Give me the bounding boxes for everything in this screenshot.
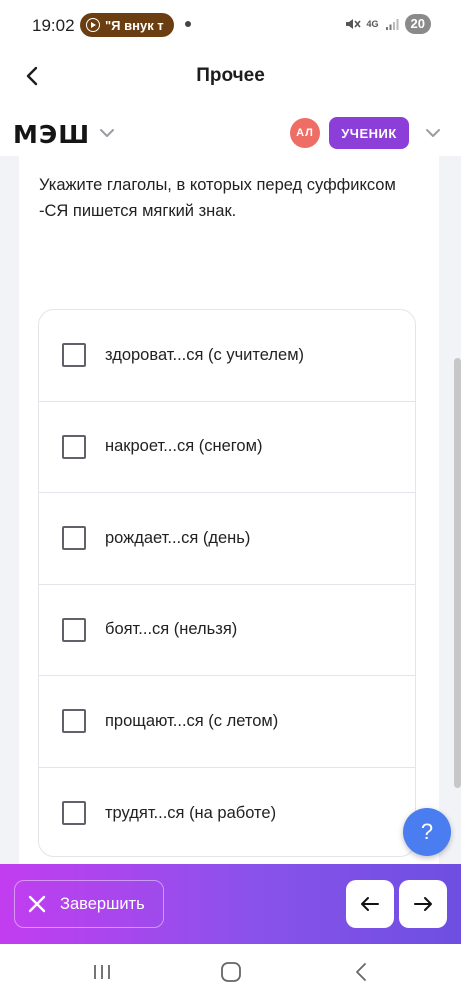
arrow-left-icon bbox=[361, 897, 379, 911]
role-badge[interactable]: УЧЕНИК bbox=[329, 117, 409, 149]
option-label: боят...ся (нельзя) bbox=[105, 620, 238, 639]
status-icons: 4G 20 bbox=[343, 14, 431, 34]
checkbox[interactable] bbox=[62, 434, 86, 459]
option-label: накроет...ся (снегом) bbox=[105, 437, 263, 456]
checkbox[interactable] bbox=[62, 709, 86, 734]
network-label: 4G bbox=[366, 18, 379, 29]
option-label: трудят...ся (на работе) bbox=[105, 803, 277, 822]
chevron-down-icon[interactable] bbox=[98, 126, 116, 140]
help-button[interactable]: ? bbox=[403, 808, 451, 856]
option-item[interactable]: боят...ся (нельзя) bbox=[39, 585, 415, 676]
mute-icon bbox=[345, 19, 361, 29]
system-back-button[interactable] bbox=[349, 960, 373, 984]
option-item[interactable]: прощают...ся (с летом) bbox=[39, 676, 415, 768]
brand-logo[interactable]: МЭШ bbox=[13, 120, 90, 149]
media-label: "Я внук т bbox=[105, 17, 164, 33]
question-text: Укажите глаголы, в которых перед суффикс… bbox=[39, 176, 396, 220]
finish-button[interactable]: Завершить bbox=[14, 880, 164, 928]
close-icon bbox=[28, 895, 46, 913]
home-icon bbox=[221, 962, 241, 982]
chevron-left-icon bbox=[356, 963, 366, 981]
checkbox[interactable] bbox=[62, 526, 86, 551]
finish-button-label: Завершить bbox=[60, 894, 145, 913]
signal-icon bbox=[385, 19, 399, 30]
checkbox[interactable] bbox=[62, 617, 86, 642]
arrow-right-icon bbox=[414, 897, 432, 911]
page-title: Прочее bbox=[196, 65, 265, 86]
option-label: рождает...ся (день) bbox=[105, 528, 251, 547]
notification-dot-icon bbox=[185, 21, 191, 27]
checkbox[interactable] bbox=[62, 343, 86, 368]
home-button[interactable] bbox=[219, 960, 243, 984]
option-label: прощают...ся (с летом) bbox=[105, 711, 279, 730]
option-item[interactable]: здороват...ся (с учителем) bbox=[39, 310, 415, 402]
options-list: здороват...ся (с учителем) накроет...ся … bbox=[38, 309, 416, 857]
checkbox[interactable] bbox=[62, 801, 86, 826]
recent-apps-button[interactable] bbox=[90, 960, 114, 984]
previous-question-button[interactable] bbox=[346, 880, 394, 928]
scrollbar[interactable] bbox=[454, 358, 461, 788]
brand-bar: МЭШ АЛ УЧЕНИК bbox=[0, 112, 461, 156]
option-item[interactable]: рождает...ся (день) bbox=[39, 493, 415, 585]
android-navigation-bar bbox=[0, 944, 461, 1000]
play-icon bbox=[86, 18, 100, 32]
option-label: здороват...ся (с учителем) bbox=[105, 345, 305, 364]
status-bar: 19:02 "Я внук т 4G 20 bbox=[0, 0, 461, 52]
status-time: 19:02 bbox=[32, 16, 75, 35]
question-card: Укажите глаголы, в которых перед суффикс… bbox=[19, 156, 439, 864]
app-header: Прочее bbox=[0, 52, 461, 102]
question-mark-icon: ? bbox=[420, 819, 434, 844]
battery-indicator: 20 bbox=[404, 14, 431, 34]
option-item[interactable]: накроет...ся (снегом) bbox=[39, 402, 415, 493]
bottom-action-bar: Завершить bbox=[0, 864, 461, 944]
next-question-button[interactable] bbox=[399, 880, 447, 928]
media-notification-pill[interactable]: "Я внук т bbox=[80, 13, 174, 37]
recent-apps-icon bbox=[94, 965, 110, 979]
avatar[interactable]: АЛ bbox=[290, 118, 320, 148]
option-item[interactable]: трудят...ся (на работе) bbox=[39, 768, 415, 857]
chevron-down-icon[interactable] bbox=[424, 126, 442, 140]
